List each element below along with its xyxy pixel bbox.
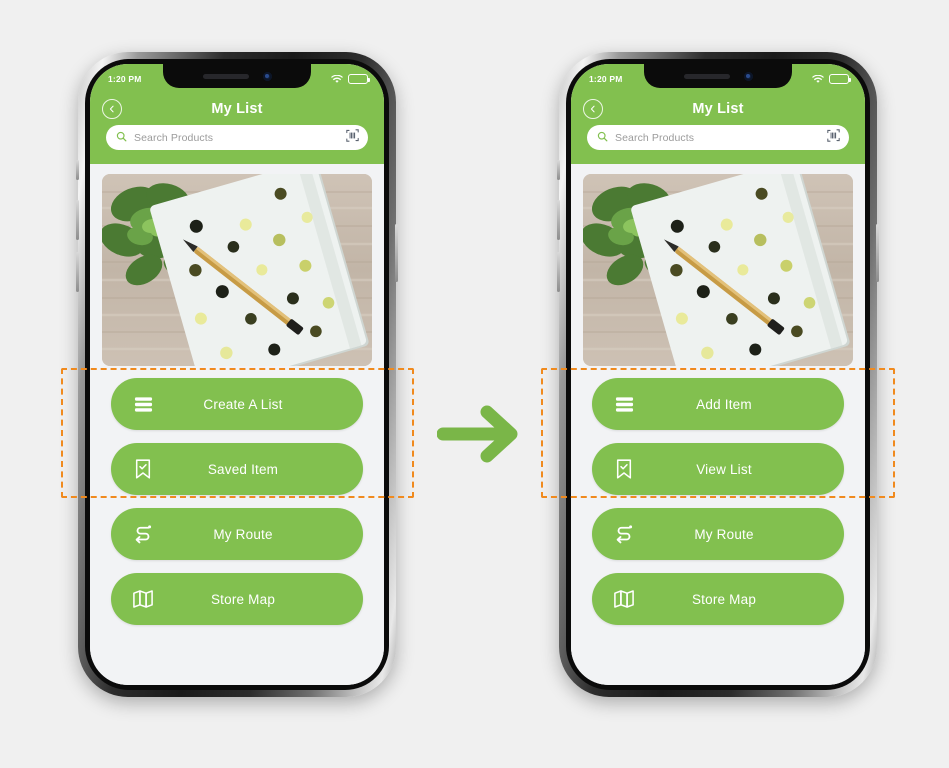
nav-bar: My List (571, 92, 865, 125)
hero-image (583, 174, 853, 366)
page-title: My List (211, 100, 263, 117)
earpiece-speaker (683, 73, 730, 79)
list-lines-icon (592, 395, 656, 414)
power-button[interactable] (395, 224, 398, 282)
arrow-right-icon (436, 398, 525, 470)
phone-mockup-before: 1:20 PM My List Search Products Create A… (76, 52, 398, 697)
action-button-label: Saved Item (207, 461, 279, 477)
action-button-label: View List (696, 461, 752, 477)
search-input[interactable]: Search Products (587, 125, 849, 150)
back-button[interactable] (583, 98, 603, 119)
bookmark-check-icon (592, 458, 656, 480)
action-button-label: My Route (694, 526, 754, 542)
front-camera-icon (262, 71, 272, 81)
app-content: Create A List Saved Item My Route Store … (90, 164, 384, 685)
phone-screen: 1:20 PM My List (90, 64, 384, 685)
front-camera-icon (743, 71, 753, 81)
status-time: 1:20 PM (589, 74, 623, 84)
battery-icon (348, 74, 370, 84)
chevron-left-icon (109, 105, 114, 112)
volume-up-button[interactable] (557, 200, 560, 240)
app-content: Add Item View List My Route Store Map (571, 164, 865, 685)
hero-image (102, 174, 372, 366)
search-placeholder: Search Products (615, 131, 695, 144)
comparison-stage: 1:20 PM My List Search Products Create A… (0, 0, 949, 768)
search-input[interactable]: Search Products (106, 125, 368, 150)
action-button-store-map[interactable]: Store Map (592, 573, 844, 625)
chevron-left-icon (590, 105, 595, 112)
action-button-add-item[interactable]: Add Item (592, 378, 844, 430)
earpiece-speaker (202, 73, 249, 79)
route-s-icon (592, 523, 656, 545)
status-time: 1:20 PM (108, 74, 142, 84)
wifi-icon (331, 74, 343, 84)
barcode-scan-icon[interactable] (827, 128, 840, 147)
action-button-label: Store Map (691, 591, 757, 607)
back-button[interactable] (102, 98, 122, 119)
action-button-create-list[interactable]: Create A List (111, 378, 363, 430)
action-button-saved-item[interactable]: Saved Item (111, 443, 363, 495)
volume-up-button[interactable] (76, 200, 79, 240)
action-button-label: Create A List (203, 396, 283, 412)
action-button-my-route[interactable]: My Route (111, 508, 363, 560)
barcode-scan-icon[interactable] (346, 128, 359, 147)
notch (163, 64, 311, 88)
phone-mockup-after: 1:20 PM My List Search Products Add Item… (557, 52, 879, 697)
search-icon (597, 129, 608, 147)
search-placeholder: Search Products (134, 131, 214, 144)
nav-bar: My List (90, 92, 384, 125)
folded-map-icon (111, 589, 175, 609)
silence-switch[interactable] (557, 160, 560, 180)
silence-switch[interactable] (76, 160, 79, 180)
action-button-list: Create A List Saved Item My Route Store … (90, 366, 384, 625)
wifi-icon (812, 74, 824, 84)
power-button[interactable] (876, 224, 879, 282)
route-s-icon (111, 523, 175, 545)
search-icon (116, 129, 127, 147)
action-button-my-route[interactable]: My Route (592, 508, 844, 560)
action-button-label: Store Map (210, 591, 276, 607)
action-button-store-map[interactable]: Store Map (111, 573, 363, 625)
phone-screen: 1:20 PM My List (571, 64, 865, 685)
folded-map-icon (592, 589, 656, 609)
search-area: Search Products (90, 125, 384, 164)
volume-down-button[interactable] (557, 252, 560, 292)
list-lines-icon (111, 395, 175, 414)
hero-image-wrap (90, 164, 384, 366)
battery-icon (829, 74, 851, 84)
action-button-label: My Route (213, 526, 273, 542)
action-button-list: Add Item View List My Route Store Map (571, 366, 865, 625)
page-title: My List (692, 100, 744, 117)
action-button-view-list[interactable]: View List (592, 443, 844, 495)
search-area: Search Products (571, 125, 865, 164)
notch (644, 64, 792, 88)
action-button-label: Add Item (696, 396, 752, 412)
hero-image-wrap (571, 164, 865, 366)
bookmark-check-icon (111, 458, 175, 480)
volume-down-button[interactable] (76, 252, 79, 292)
